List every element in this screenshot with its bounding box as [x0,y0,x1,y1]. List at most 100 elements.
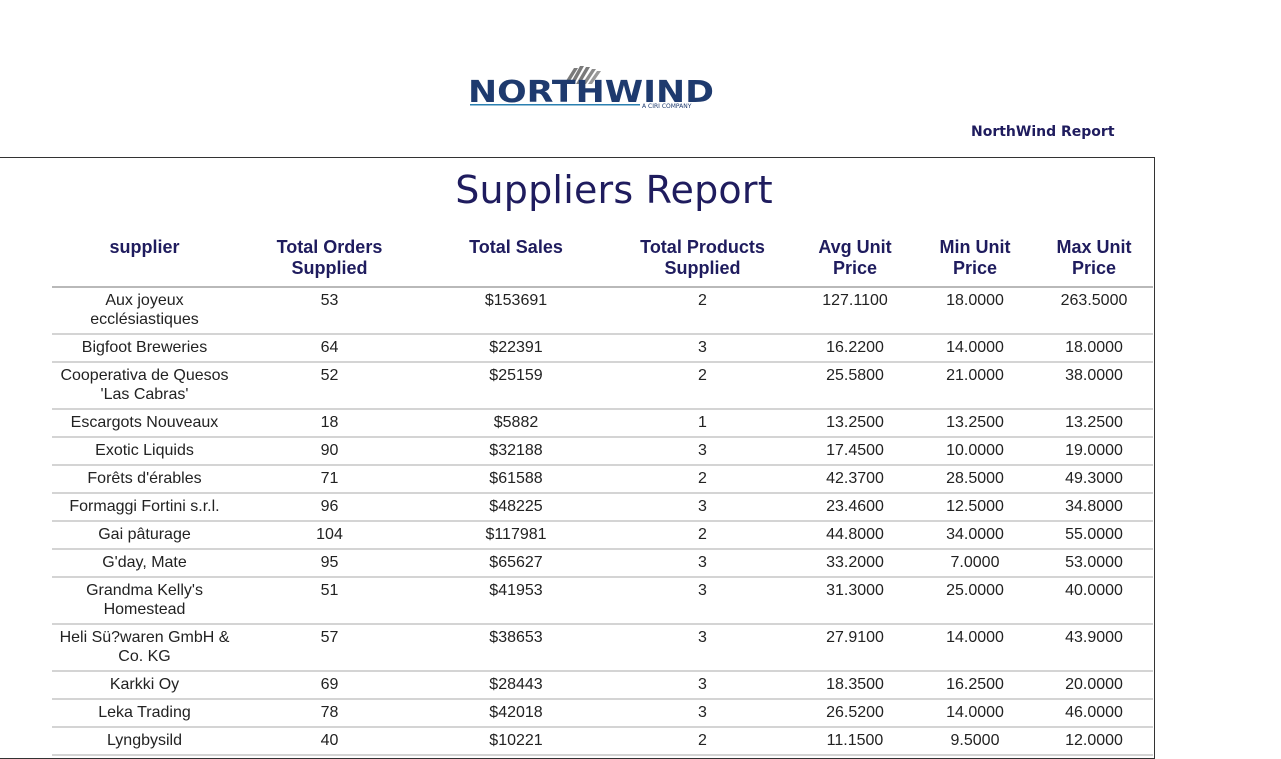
total-sales-cell: $48225 [422,493,610,522]
total-products-cell: 2 [610,727,795,756]
total-sales-cell: $153691 [422,287,610,335]
total-products-cell: 2 [610,465,795,494]
total-orders-cell: 95 [237,549,422,578]
supplier-cell: Cooperativa de Quesos 'Las Cabras' [52,362,237,410]
min-unit-price-cell: 12.5000 [915,493,1035,522]
min-unit-price-cell: 14.0000 [915,699,1035,728]
min-unit-price-cell: 14.0000 [915,334,1035,363]
total-products-cell: 3 [610,437,795,466]
total-orders-cell: 69 [237,671,422,700]
total-sales-cell: $117981 [422,521,610,550]
total-products-cell: 1 [610,409,795,438]
avg-unit-price-cell: 127.1100 [795,287,915,335]
min-unit-price-cell: 13.2500 [915,409,1035,438]
supplier-cell: Gai pâturage [52,521,237,550]
total-sales-cell: $41953 [422,577,610,625]
max-unit-price-cell: 18.0000 [1035,334,1153,363]
avg-unit-price-cell: 13.2500 [795,409,915,438]
table-row: Grandma Kelly's Homestead 51 $41953 3 31.300… [52,577,1153,625]
supplier-cell: Leka Trading [52,699,237,728]
total-products-cell: 3 [610,624,795,672]
total-sales-cell: $65627 [422,549,610,578]
table-row: Forêts d'érables 71 $61588 2 42.3700 28.5000 4… [52,465,1153,494]
total-products-cell: 2 [610,521,795,550]
total-products-cell: 3 [610,699,795,728]
total-orders-cell: 96 [237,493,422,522]
logo-tagline: A CIRI COMPANY [642,103,692,110]
column-header-max-unit-price: Max Unit Price [1035,236,1153,288]
max-unit-price-cell: 20.0000 [1035,671,1153,700]
avg-unit-price-cell: 17.4500 [795,437,915,466]
max-unit-price-cell: 49.3000 [1035,465,1153,494]
max-unit-price-cell: 19.0000 [1035,437,1153,466]
northwind-logo: NORTHWIND A CIRI COMPANY [468,64,716,110]
table-row: Karkki Oy 69 $28443 3 18.3500 16.2500 20.0000 [52,671,1153,700]
avg-unit-price-cell: 25.5800 [795,362,915,410]
supplier-cell: Heli Sü?waren GmbH & Co. KG [52,624,237,672]
avg-unit-price-cell: 44.8000 [795,521,915,550]
report-header-label: NorthWind Report [971,124,1115,140]
total-products-cell: 3 [610,671,795,700]
table-row: Heli Sü?waren GmbH & Co. KG 57 $38653 3 27.9… [52,624,1153,672]
table-row: Bigfoot Breweries 64 $22391 3 16.2200 14.0000… [52,334,1153,363]
total-orders-cell: 64 [237,334,422,363]
total-orders-cell: 51 [237,577,422,625]
avg-unit-price-cell: 26.5200 [795,699,915,728]
table-row: Gai pâturage 104 $117981 2 44.8000 34.0000 55.… [52,521,1153,550]
report-title: Suppliers Report [455,168,773,212]
table-header-row: supplier Total Orders Supplied Total Sal… [52,236,1153,288]
avg-unit-price-cell: 42.3700 [795,465,915,494]
total-sales-cell: $38653 [422,624,610,672]
total-orders-cell: 90 [237,437,422,466]
total-sales-cell: $10221 [422,727,610,756]
avg-unit-price-cell: 27.9100 [795,624,915,672]
table-row: G'day, Mate 95 $65627 3 33.2000 7.0000 53.0000 [52,549,1153,578]
avg-unit-price-cell: 23.4600 [795,493,915,522]
max-unit-price-cell: 53.0000 [1035,549,1153,578]
total-sales-cell: $5882 [422,409,610,438]
total-orders-cell: 40 [237,727,422,756]
table-row: Formaggi Fortini s.r.l. 96 $48225 3 23.4600 1… [52,493,1153,522]
total-sales-cell: $61588 [422,465,610,494]
supplier-cell: Grandma Kelly's Homestead [52,577,237,625]
min-unit-price-cell: 9.5000 [915,727,1035,756]
avg-unit-price-cell: 11.1500 [795,727,915,756]
total-products-cell: 3 [610,549,795,578]
max-unit-price-cell: 34.8000 [1035,493,1153,522]
table-row: Aux joyeux ecclésiastiques 53 $153691 2 127.… [52,287,1153,335]
supplier-cell: Bigfoot Breweries [52,334,237,363]
max-unit-price-cell: 46.0000 [1035,699,1153,728]
total-products-cell: 2 [610,287,795,335]
max-unit-price-cell: 43.9000 [1035,624,1153,672]
suppliers-table: supplier Total Orders Supplied Total Sal… [52,236,1153,756]
table-row: Lyngbysild 40 $10221 2 11.1500 9.5000 12.0000 [52,727,1153,756]
total-orders-cell: 78 [237,699,422,728]
column-header-min-unit-price: Min Unit Price [915,236,1035,288]
avg-unit-price-cell: 31.3000 [795,577,915,625]
supplier-cell: Exotic Liquids [52,437,237,466]
supplier-cell: Karkki Oy [52,671,237,700]
min-unit-price-cell: 7.0000 [915,549,1035,578]
column-header-supplier: supplier [52,236,237,288]
min-unit-price-cell: 16.2500 [915,671,1035,700]
max-unit-price-cell: 55.0000 [1035,521,1153,550]
supplier-cell: Forêts d'érables [52,465,237,494]
min-unit-price-cell: 14.0000 [915,624,1035,672]
avg-unit-price-cell: 16.2200 [795,334,915,363]
supplier-cell: Escargots Nouveaux [52,409,237,438]
total-orders-cell: 18 [237,409,422,438]
total-sales-cell: $22391 [422,334,610,363]
total-products-cell: 3 [610,334,795,363]
column-header-total-sales: Total Sales [422,236,610,288]
max-unit-price-cell: 40.0000 [1035,577,1153,625]
supplier-cell: Lyngbysild [52,727,237,756]
total-orders-cell: 71 [237,465,422,494]
total-orders-cell: 57 [237,624,422,672]
total-sales-cell: $32188 [422,437,610,466]
total-sales-cell: $28443 [422,671,610,700]
max-unit-price-cell: 38.0000 [1035,362,1153,410]
total-orders-cell: 53 [237,287,422,335]
min-unit-price-cell: 21.0000 [915,362,1035,410]
total-sales-cell: $25159 [422,362,610,410]
avg-unit-price-cell: 33.2000 [795,549,915,578]
